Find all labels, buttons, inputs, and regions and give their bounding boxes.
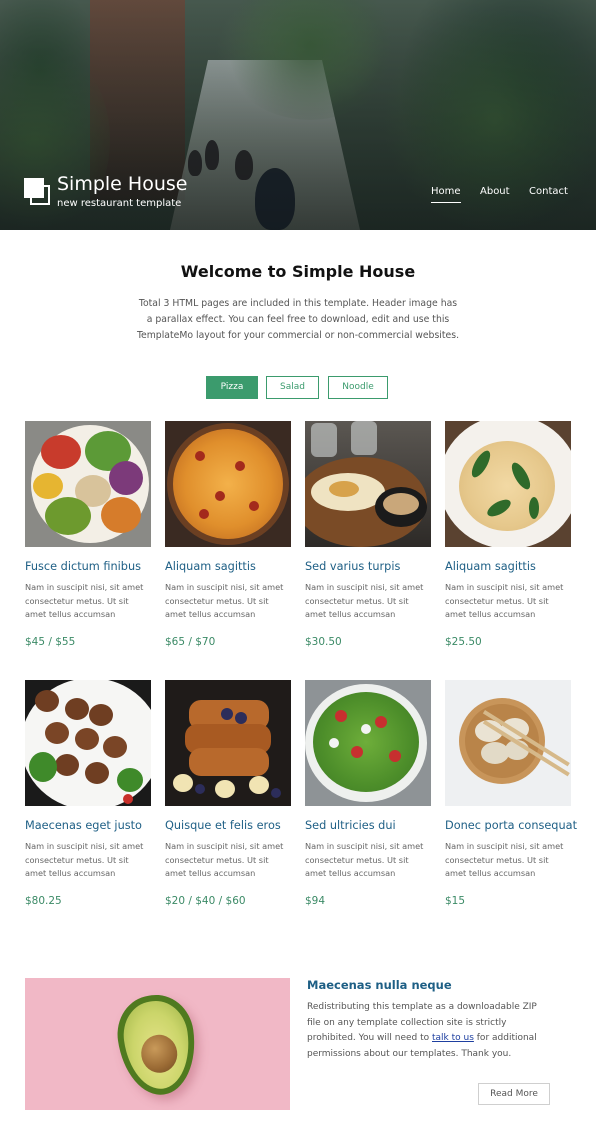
card-description: Nam in suscipit nisi, sit amet consectet…: [305, 582, 424, 619]
hero-header: Simple House new restaurant template Hom…: [0, 0, 596, 230]
card-description: Nam in suscipit nisi, sit amet consectet…: [25, 582, 144, 619]
card-title[interactable]: Donec porta consequat: [445, 819, 577, 832]
card-price: $15: [445, 894, 466, 907]
menu-card[interactable]: Fusce dictum finibus Nam in suscipit nis…: [25, 421, 151, 648]
salad-bowl-image: [25, 421, 151, 547]
avocado-image: [25, 978, 290, 1110]
nav-contact[interactable]: Contact: [529, 186, 568, 197]
card-title[interactable]: Sed varius turpis: [305, 560, 431, 573]
tab-pizza[interactable]: Pizza: [206, 376, 258, 399]
card-price: $94: [305, 894, 326, 907]
pizza-image: [165, 421, 291, 547]
card-title[interactable]: Sed ultricies dui: [305, 819, 431, 832]
card-price: $80.25: [25, 894, 62, 907]
nav-home[interactable]: Home: [431, 186, 461, 203]
card-price: $45 / $55: [25, 635, 76, 648]
menu-card[interactable]: Aliquam sagittis Nam in suscipit nisi, s…: [445, 421, 571, 648]
card-price: $25.50: [445, 635, 482, 648]
menu-card[interactable]: Sed varius turpis Nam in suscipit nisi, …: [305, 421, 431, 648]
card-title[interactable]: Maecenas eget justo: [25, 819, 151, 832]
tab-noodle[interactable]: Noodle: [328, 376, 388, 399]
card-price: $20 / $40 / $60: [165, 894, 246, 907]
card-description: Nam in suscipit nisi, sit amet consectet…: [445, 582, 564, 619]
pasta-image: [445, 421, 571, 547]
card-title[interactable]: Aliquam sagittis: [165, 560, 291, 573]
card-description: Nam in suscipit nisi, sit amet consectet…: [445, 841, 564, 878]
main-nav: Home About Contact: [0, 186, 596, 206]
menu-card[interactable]: Donec porta consequat Nam in suscipit ni…: [445, 680, 577, 907]
read-more-button[interactable]: Read More: [478, 1083, 550, 1105]
menu-card[interactable]: Maecenas eget justo Nam in suscipit nisi…: [25, 680, 151, 907]
card-description: Nam in suscipit nisi, sit amet consectet…: [165, 582, 284, 619]
card-title[interactable]: Fusce dictum finibus: [25, 560, 151, 573]
grilled-dish-image: [305, 421, 431, 547]
tab-salad[interactable]: Salad: [266, 376, 319, 399]
feature-title: Maecenas nulla neque: [307, 978, 452, 992]
feature-text: Redistributing this template as a downlo…: [307, 1000, 547, 1062]
card-description: Nam in suscipit nisi, sit amet consectet…: [305, 841, 424, 878]
french-toast-image: [165, 680, 291, 806]
dumplings-image: [445, 680, 571, 806]
card-title[interactable]: Aliquam sagittis: [445, 560, 571, 573]
menu-card[interactable]: Aliquam sagittis Nam in suscipit nisi, s…: [165, 421, 291, 648]
meatballs-image: [25, 680, 151, 806]
card-price: $65 / $70: [165, 635, 216, 648]
menu-card[interactable]: Sed ultricies dui Nam in suscipit nisi, …: [305, 680, 431, 907]
nav-about[interactable]: About: [480, 186, 510, 197]
card-title[interactable]: Quisque et felis eros: [165, 819, 291, 832]
card-description: Nam in suscipit nisi, sit amet consectet…: [25, 841, 144, 878]
card-description: Nam in suscipit nisi, sit amet consectet…: [165, 841, 284, 878]
green-salad-image: [305, 680, 431, 806]
welcome-title: Welcome to Simple House: [180, 262, 416, 281]
talk-to-us-link[interactable]: talk to us: [432, 1033, 474, 1043]
welcome-text: Total 3 HTML pages are included in this …: [136, 298, 460, 341]
card-price: $30.50: [305, 635, 342, 648]
menu-card[interactable]: Quisque et felis eros Nam in suscipit ni…: [165, 680, 291, 907]
